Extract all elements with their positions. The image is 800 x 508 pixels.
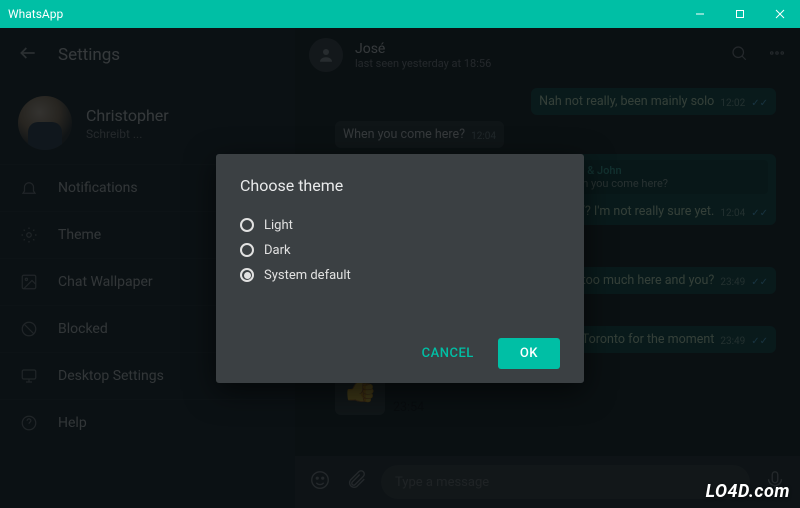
modal-title: Choose theme — [240, 176, 560, 195]
radio-label: Light — [264, 218, 293, 233]
ok-button[interactable]: OK — [498, 338, 560, 369]
titlebar-title: WhatsApp — [8, 7, 63, 21]
maximize-button[interactable] — [720, 0, 760, 28]
theme-option-light[interactable]: Light — [240, 213, 560, 238]
close-button[interactable] — [760, 0, 800, 28]
theme-modal: Choose theme Light Dark System default C… — [216, 154, 584, 383]
titlebar: WhatsApp — [0, 0, 800, 28]
modal-overlay[interactable]: Choose theme Light Dark System default C… — [0, 28, 800, 508]
radio-label: System default — [264, 268, 351, 283]
minimize-button[interactable] — [680, 0, 720, 28]
app-body: Settings Christopher Schreibt ... Notifi… — [0, 28, 800, 508]
radio-icon — [240, 268, 254, 282]
radio-icon — [240, 218, 254, 232]
theme-option-system[interactable]: System default — [240, 263, 560, 288]
cancel-button[interactable]: CANCEL — [406, 338, 490, 369]
window-controls — [680, 0, 800, 28]
radio-label: Dark — [264, 243, 291, 258]
radio-icon — [240, 243, 254, 257]
modal-actions: CANCEL OK — [240, 338, 560, 369]
theme-option-dark[interactable]: Dark — [240, 238, 560, 263]
